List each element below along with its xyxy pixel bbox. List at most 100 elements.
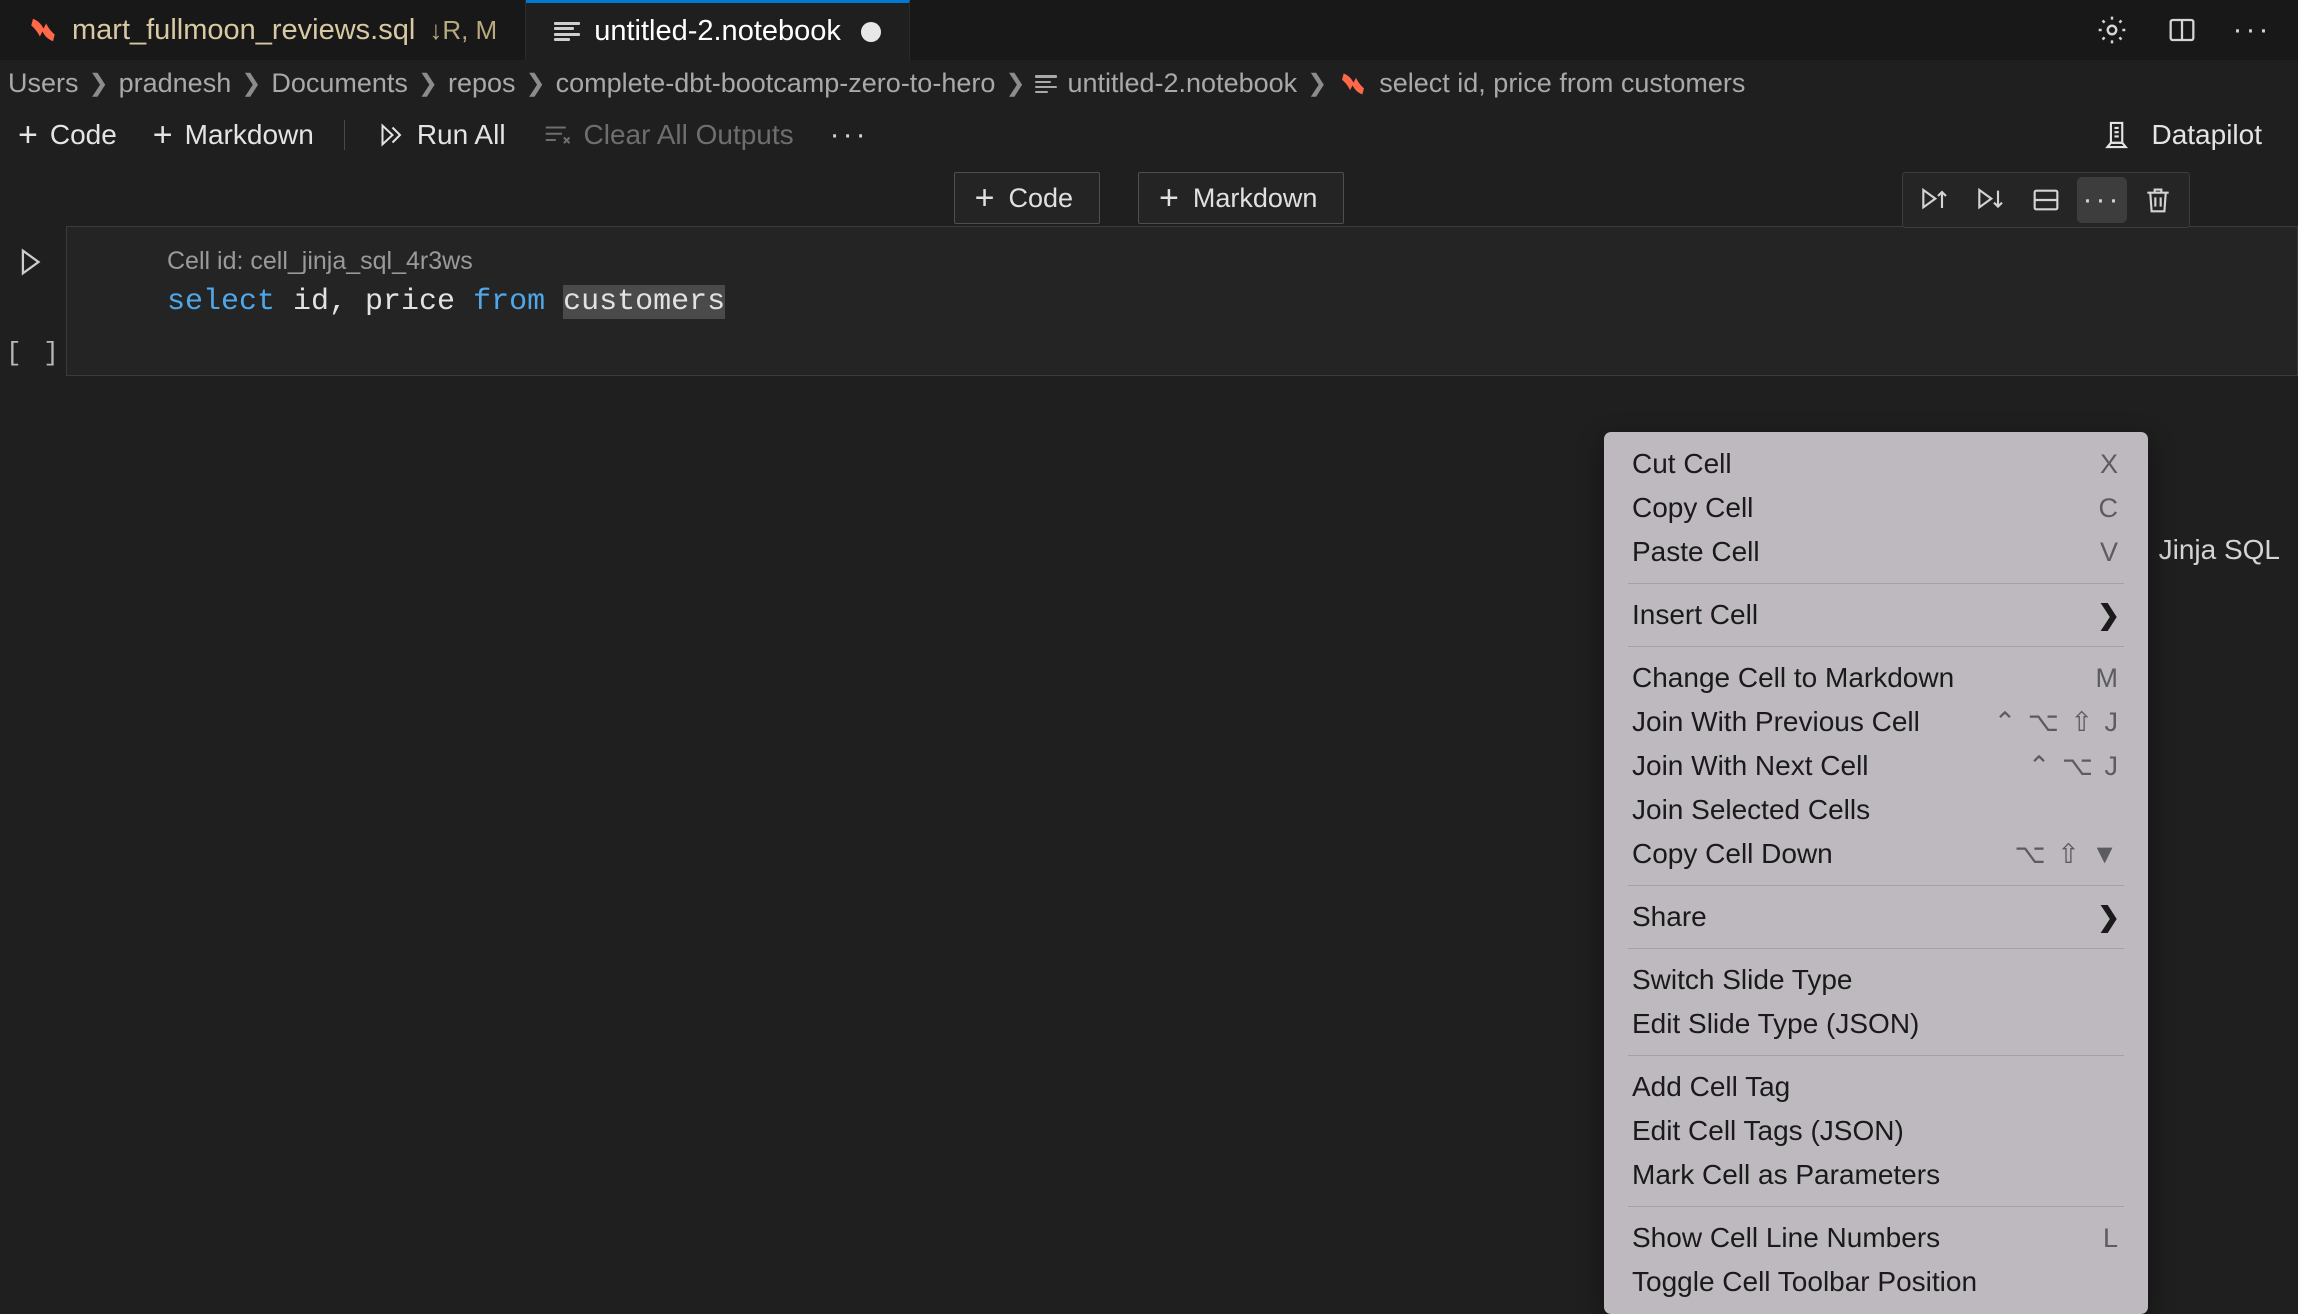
- notebook-cell: [ ] Cell id: cell_jinja_sql_4r3ws select…: [0, 226, 2298, 376]
- cell-language-label[interactable]: Jinja SQL: [2159, 534, 2280, 566]
- menu-item-join-with-next-cell[interactable]: Join With Next Cell ⌃ ⌥ J: [1604, 744, 2148, 788]
- menu-item-copy-cell-down[interactable]: Copy Cell Down ⌥ ⇧ ▼: [1604, 832, 2148, 876]
- cell-context-menu: Cut Cell X Copy Cell C Paste Cell V Inse…: [1604, 432, 2148, 1314]
- menu-item-cut-cell[interactable]: Cut Cell X: [1604, 442, 2148, 486]
- menu-item-add-cell-tag[interactable]: Add Cell Tag: [1604, 1065, 2148, 1109]
- breadcrumb-item-pradnesh[interactable]: pradnesh: [115, 68, 236, 99]
- menu-divider: [1628, 948, 2124, 949]
- breadcrumb-item-notebook-label: untitled-2.notebook: [1067, 67, 1298, 98]
- add-code-cell-button[interactable]: + Code: [0, 112, 135, 158]
- tab-bar-actions: ···: [2066, 0, 2298, 60]
- cell-id-label: Cell id: cell_jinja_sql_4r3ws: [167, 247, 473, 275]
- menu-item-mark-cell-as-parameters[interactable]: Mark Cell as Parameters: [1604, 1153, 2148, 1197]
- more-actions-icon[interactable]: ···: [2233, 12, 2270, 48]
- menu-item-label: Cut Cell: [1632, 448, 1732, 479]
- breadcrumb-separator: ❯: [241, 69, 262, 97]
- code-token-keyword: from: [473, 285, 546, 319]
- notebook-more-actions-button[interactable]: ···: [812, 112, 887, 158]
- menu-item-label: Change Cell to Markdown: [1632, 662, 1955, 693]
- editor-tab-bar: mart_fullmoon_reviews.sql ↓R, M untitled…: [0, 0, 2298, 60]
- notebook-toolbar: + Code + Markdown Run All Clear All Outp…: [0, 106, 2298, 164]
- menu-divider: [1628, 1055, 2124, 1056]
- menu-item-insert-cell[interactable]: Insert Cell ❯: [1604, 593, 2148, 637]
- menu-item-accelerator: M: [2095, 662, 2120, 693]
- menu-item-switch-slide-type[interactable]: Switch Slide Type: [1604, 958, 2148, 1002]
- run-all-icon: [375, 120, 405, 150]
- cell-code-editor[interactable]: Cell id: cell_jinja_sql_4r3ws select id,…: [66, 226, 2298, 376]
- menu-item-accelerator: C: [2098, 492, 2120, 523]
- tab-mart-fullmoon-reviews-sql[interactable]: mart_fullmoon_reviews.sql ↓R, M: [0, 0, 527, 60]
- menu-item-show-cell-line-numbers[interactable]: Show Cell Line Numbers L: [1604, 1216, 2148, 1260]
- run-all-button[interactable]: Run All: [357, 112, 524, 158]
- breadcrumb-separator: ❯: [417, 69, 438, 97]
- menu-item-edit-cell-tags-json[interactable]: Edit Cell Tags (JSON): [1604, 1109, 2148, 1153]
- run-all-label: Run All: [416, 119, 506, 150]
- breadcrumb-item-notebook[interactable]: untitled-2.notebook: [1031, 68, 1301, 99]
- menu-item-copy-cell[interactable]: Copy Cell C: [1604, 486, 2148, 530]
- insert-code-cell-label: Code: [1008, 182, 1073, 213]
- breadcrumb-item-documents[interactable]: Documents: [267, 68, 412, 99]
- plus-icon: +: [1159, 179, 1179, 217]
- breadcrumb-item-cell[interactable]: select id, price from customers: [1333, 68, 1749, 99]
- menu-item-accelerator: ⌥ ⇧ ▼: [2014, 838, 2120, 869]
- toolbar-divider: [343, 120, 345, 150]
- more-cell-actions-icon[interactable]: ···: [2077, 177, 2127, 223]
- plus-icon: +: [18, 116, 38, 154]
- menu-item-accelerator: X: [2099, 448, 2120, 479]
- menu-item-change-cell-to-markdown[interactable]: Change Cell to Markdown M: [1604, 656, 2148, 700]
- menu-item-edit-slide-type-json[interactable]: Edit Slide Type (JSON): [1604, 1002, 2148, 1046]
- run-above-icon[interactable]: [1909, 177, 1959, 223]
- menu-item-label: Copy Cell Down: [1632, 838, 1833, 869]
- tab-bar-spacer: [909, 0, 2066, 60]
- notebook-icon: [1035, 73, 1058, 95]
- add-markdown-cell-button[interactable]: + Markdown: [135, 112, 332, 158]
- add-markdown-cell-label: Markdown: [184, 119, 314, 150]
- menu-item-join-selected-cells[interactable]: Join Selected Cells: [1604, 788, 2148, 832]
- breadcrumb-separator: ❯: [1005, 69, 1026, 97]
- menu-divider: [1628, 1206, 2124, 1207]
- split-cell-icon[interactable]: [2021, 177, 2071, 223]
- breadcrumb-item-users[interactable]: Users: [4, 68, 83, 99]
- menu-item-label: Edit Slide Type (JSON): [1632, 1008, 1920, 1039]
- menu-item-label: Switch Slide Type: [1632, 964, 1853, 995]
- breadcrumb-item-project[interactable]: complete-dbt-bootcamp-zero-to-hero: [552, 68, 1000, 99]
- tab-label: untitled-2.notebook: [594, 15, 841, 47]
- gear-icon[interactable]: [2094, 12, 2130, 48]
- clear-all-outputs-button[interactable]: Clear All Outputs: [524, 112, 812, 158]
- datapilot-button[interactable]: Datapilot: [2101, 118, 2276, 152]
- clear-outputs-icon: [542, 120, 572, 150]
- datapilot-icon: [2101, 118, 2135, 152]
- breadcrumb-item-cell-label: select id, price from customers: [1379, 67, 1746, 98]
- insert-code-cell-button[interactable]: + Code: [953, 172, 1100, 224]
- menu-item-toggle-cell-toolbar-position[interactable]: Toggle Cell Toolbar Position: [1604, 1260, 2148, 1304]
- unsaved-changes-dot: [860, 21, 881, 42]
- cell-code-line: select id, price from customers: [167, 285, 726, 319]
- menu-item-label: Show Cell Line Numbers: [1632, 1222, 1941, 1253]
- breadcrumb-item-repos[interactable]: repos: [444, 68, 520, 99]
- menu-item-label: Mark Cell as Parameters: [1632, 1159, 1941, 1190]
- cell-execution-count: [ ]: [6, 338, 62, 368]
- menu-item-share[interactable]: Share ❯: [1604, 895, 2148, 939]
- menu-item-label: Copy Cell: [1632, 492, 1754, 523]
- menu-item-label: Toggle Cell Toolbar Position: [1632, 1266, 1978, 1297]
- run-below-icon[interactable]: [1965, 177, 2015, 223]
- code-token-plain: id, price: [275, 285, 474, 319]
- tab-untitled-2-notebook[interactable]: untitled-2.notebook: [526, 0, 910, 60]
- clear-all-outputs-label: Clear All Outputs: [583, 119, 794, 150]
- tab-label: mart_fullmoon_reviews.sql: [72, 13, 416, 46]
- menu-item-paste-cell[interactable]: Paste Cell V: [1604, 530, 2148, 574]
- chevron-right-icon: ❯: [2097, 599, 2120, 630]
- menu-item-join-with-previous-cell[interactable]: Join With Previous Cell ⌃ ⌥ ⇧ J: [1604, 700, 2148, 744]
- split-editor-icon[interactable]: [2164, 12, 2200, 48]
- cell-toolbar: ···: [1902, 172, 2190, 228]
- code-token-keyword: select: [167, 285, 276, 319]
- menu-item-accelerator: ⌃ ⌥ ⇧ J: [1993, 706, 2120, 737]
- menu-item-label: Insert Cell: [1632, 599, 1759, 630]
- run-cell-icon[interactable]: [12, 244, 48, 280]
- menu-item-label: Share: [1632, 901, 1707, 932]
- tab-suffix-badge: ↓R, M: [429, 14, 498, 45]
- menu-item-label: Edit Cell Tags (JSON): [1632, 1115, 1904, 1146]
- insert-markdown-cell-button[interactable]: + Markdown: [1138, 172, 1345, 224]
- delete-cell-icon[interactable]: [2133, 177, 2183, 223]
